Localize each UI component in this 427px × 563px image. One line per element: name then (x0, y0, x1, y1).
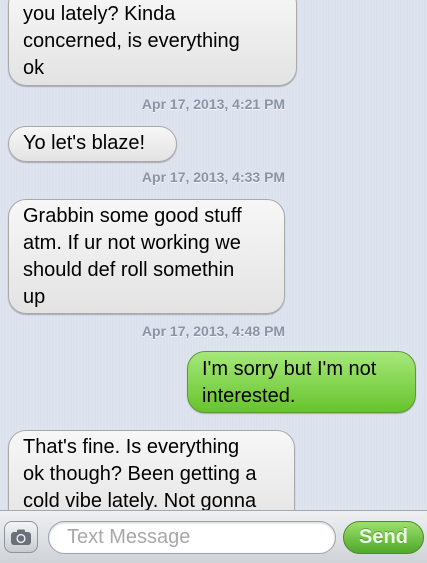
camera-icon (11, 529, 31, 545)
message-bubble-outgoing[interactable]: I'm sorry but I'm not interested. (187, 351, 416, 413)
message-timestamp: Apr 17, 2013, 4:48 PM (141, 323, 286, 339)
message-text: That's fine. Is everything ok though? Be… (23, 436, 257, 510)
message-bubble-incoming[interactable]: you lately? Kinda concerned, is everythi… (8, 0, 297, 86)
message-timestamp: Apr 17, 2013, 4:33 PM (141, 169, 286, 185)
message-text: you lately? Kinda concerned, is everythi… (23, 3, 240, 79)
message-text: Yo let's blaze! (23, 132, 146, 154)
message-thread[interactable]: you lately? Kinda concerned, is everythi… (0, 0, 427, 510)
message-input[interactable] (48, 521, 336, 554)
message-text: Grabbin some good stuff atm. If ur not w… (23, 205, 242, 308)
compose-toolbar: Send (0, 510, 427, 563)
message-bubble-incoming[interactable]: Yo let's blaze! (8, 126, 177, 162)
message-bubble-incoming[interactable]: That's fine. Is everything ok though? Be… (8, 430, 295, 510)
message-text: I'm sorry but I'm not interested. (202, 358, 377, 407)
camera-button[interactable] (4, 521, 38, 553)
message-timestamp: Apr 17, 2013, 4:21 PM (141, 96, 286, 112)
send-button[interactable]: Send (343, 521, 424, 554)
message-bubble-incoming[interactable]: Grabbin some good stuff atm. If ur not w… (8, 199, 285, 314)
